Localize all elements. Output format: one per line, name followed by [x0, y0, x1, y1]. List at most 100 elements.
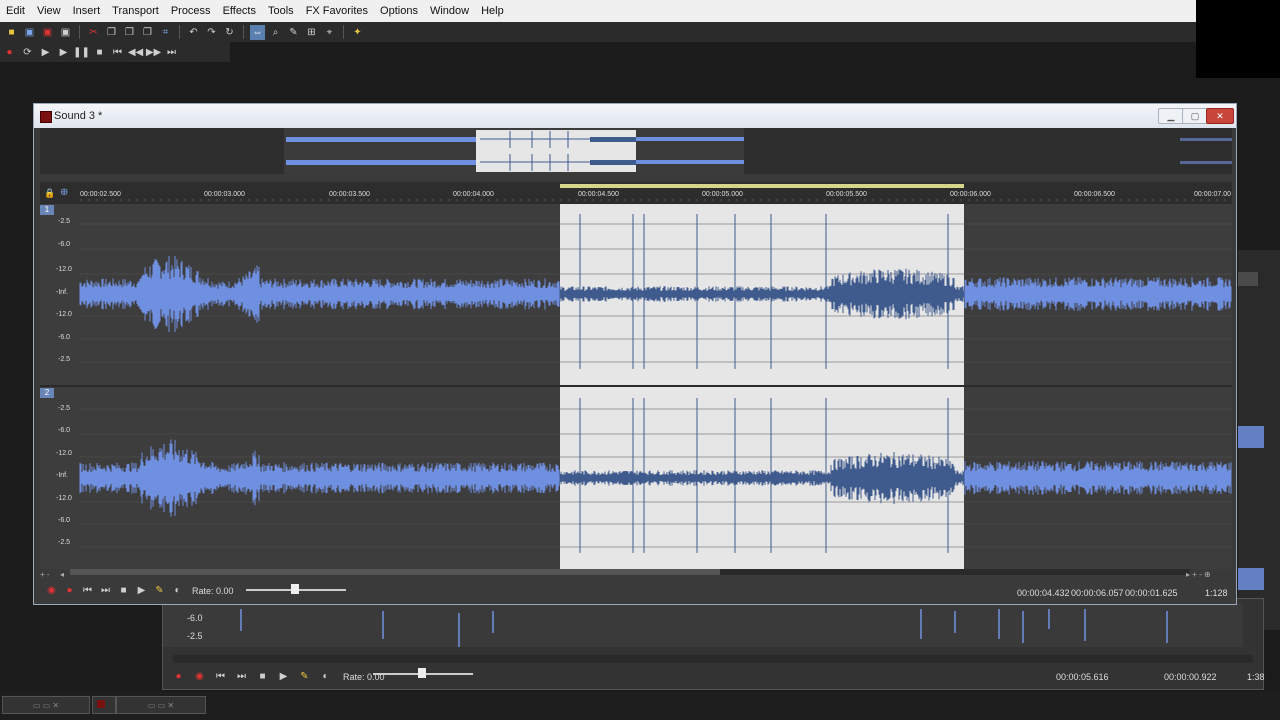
record-icon[interactable]: ●	[171, 669, 186, 684]
paste-icon[interactable]: ❐	[122, 25, 137, 40]
background-waveform	[163, 603, 1243, 647]
ruler-tick: 00:00:06.500	[1074, 191, 1115, 198]
scrollbar-thumb[interactable]	[70, 569, 720, 575]
record-armed-icon[interactable]: ●	[62, 583, 77, 598]
lock-icon[interactable]: 🔒	[44, 188, 55, 199]
toolbar-separator	[179, 25, 180, 39]
scrub-icon[interactable]: ◐	[170, 583, 185, 598]
rate-slider-thumb[interactable]	[291, 584, 299, 594]
menu-fx-favorites[interactable]: FX Favorites	[300, 5, 374, 17]
menu-transport[interactable]: Transport	[106, 5, 165, 17]
play-icon[interactable]: ▶	[56, 45, 71, 60]
go-to-end-icon[interactable]: ⏭	[234, 669, 249, 684]
menu-effects[interactable]: Effects	[217, 5, 262, 17]
sound-window: Sound 3 * ▁ ▢ ✕ 🔒 ⊕ 00:00:02.500 00:00:0…	[33, 103, 1237, 605]
play-all-icon[interactable]: ▶	[38, 45, 53, 60]
record-icon[interactable]: ●	[2, 45, 17, 60]
menu-view[interactable]: View	[31, 5, 67, 17]
stop-icon[interactable]: ■	[92, 45, 107, 60]
main-toolbar: ■ ▣ ▣ ▣ ✂ ❐ ❐ ❐ ⌗ ↶ ↷ ↻ ⇔ ⌕ ✎ ⊞ ⌖ ✦	[0, 22, 1196, 42]
minimized-window-2[interactable]	[92, 696, 116, 714]
pencil-icon[interactable]: ✎	[297, 669, 312, 684]
minimized-window-1[interactable]: ▭ ▭ ✕	[2, 696, 90, 714]
taskbar: ▭ ▭ ✕ ▭ ▭ ✕	[0, 692, 1280, 720]
save-as-icon[interactable]: ▣	[40, 25, 55, 40]
waveform-area[interactable]: 1 2 -2.5 -6.0 -12.0 -Inf. -12.0 -6.0 -2.…	[40, 204, 1232, 569]
loop-icon[interactable]: ⟳	[20, 45, 35, 60]
redo-icon[interactable]: ↷	[204, 25, 219, 40]
menu-window[interactable]: Window	[424, 5, 475, 17]
menu-help[interactable]: Help	[475, 5, 510, 17]
magnify-tool-icon[interactable]: ⌕	[268, 25, 283, 40]
go-to-end-icon[interactable]: ⏭	[164, 45, 179, 60]
menu-options[interactable]: Options	[374, 5, 424, 17]
pencil-icon[interactable]: ✎	[152, 583, 167, 598]
play-icon[interactable]: ▶	[134, 583, 149, 598]
maximize-button[interactable]: ▢	[1182, 108, 1208, 124]
go-to-start-icon[interactable]: ⏮	[213, 669, 228, 684]
db-label: -2.5	[58, 356, 71, 363]
go-to-start-icon[interactable]: ⏮	[80, 583, 95, 598]
db-label: -2.5	[58, 539, 71, 546]
toolbar-separator	[79, 25, 80, 39]
menu-bar: Edit View Insert Transport Process Effec…	[0, 0, 1196, 22]
undo-icon[interactable]: ↶	[186, 25, 201, 40]
window-titlebar[interactable]: Sound 3 * ▁ ▢ ✕	[34, 104, 1236, 128]
play-icon[interactable]: ▶	[276, 669, 291, 684]
db-label: -6.0	[58, 334, 71, 341]
background-scrollbar[interactable]	[173, 655, 1253, 663]
mix-icon[interactable]: ❐	[140, 25, 155, 40]
db-label: -6.0	[58, 241, 71, 248]
selection-length-timecode: 00:00:00.922	[1164, 672, 1217, 682]
scrub-icon[interactable]: ◐	[318, 669, 333, 684]
menu-tools[interactable]: Tools	[262, 5, 300, 17]
go-to-start-icon[interactable]: ⏮	[110, 45, 125, 60]
rate-slider-thumb[interactable]	[418, 668, 426, 678]
copy-icon[interactable]: ❐	[104, 25, 119, 40]
edit-tool-icon[interactable]: ⇔	[250, 24, 265, 40]
selection-length-timecode: 00:00:01.625	[1125, 588, 1178, 598]
plugin-icon[interactable]: ✦	[350, 25, 365, 40]
track-number[interactable]: 1	[40, 205, 54, 215]
render-icon[interactable]: ▣	[58, 25, 73, 40]
app-icon	[40, 111, 52, 123]
trim-icon[interactable]: ⌗	[158, 25, 173, 40]
snap-icon[interactable]: ⌖	[322, 25, 337, 40]
ruler-tick: 00:00:05.000	[702, 191, 743, 198]
black-panel	[1196, 0, 1280, 78]
waveform-overview[interactable]	[40, 128, 1232, 174]
ruler-tick: 00:00:03.500	[329, 191, 370, 198]
record-icon[interactable]: ◉	[44, 583, 59, 598]
time-ruler[interactable]: 🔒 ⊕ 00:00:02.500 00:00:03.000 00:00:03.5…	[40, 182, 1232, 204]
minimized-window-3[interactable]: ▭ ▭ ✕	[116, 696, 206, 714]
rewind-icon[interactable]: ◀◀	[128, 45, 143, 60]
zoom-selection-icon[interactable]: ⊞	[304, 25, 319, 40]
db-label: -6.0	[187, 613, 203, 623]
horizontal-scrollbar[interactable]	[70, 569, 1190, 575]
menu-process[interactable]: Process	[165, 5, 217, 17]
db-label: -Inf.	[56, 289, 69, 296]
pause-icon[interactable]: ❚❚	[73, 45, 90, 60]
repeat-icon[interactable]: ↻	[222, 25, 237, 40]
fast-forward-icon[interactable]: ▶▶	[146, 45, 161, 60]
go-to-end-icon[interactable]: ⏭	[98, 583, 113, 598]
scroll-left-icon[interactable]: ◂	[60, 570, 64, 579]
scroll-right-icon[interactable]: ▸ + - ⊕	[1186, 570, 1211, 579]
minimize-button[interactable]: ▁	[1158, 108, 1184, 124]
db-label: -6.0	[58, 427, 71, 434]
stop-icon[interactable]: ■	[255, 669, 270, 684]
cut-icon[interactable]: ✂	[86, 25, 101, 40]
open-folder-icon[interactable]: ■	[4, 25, 19, 40]
db-label: -12.0	[56, 495, 72, 502]
ruler-tick: 00:00:02.500	[80, 191, 121, 198]
menu-edit[interactable]: Edit	[0, 5, 31, 17]
pencil-tool-icon[interactable]: ✎	[286, 25, 301, 40]
menu-insert[interactable]: Insert	[67, 5, 107, 17]
stop-icon[interactable]: ■	[116, 583, 131, 598]
track-number[interactable]: 2	[40, 388, 54, 398]
record-armed-icon[interactable]: ◉	[192, 669, 207, 684]
zoom-in-icon[interactable]: + -	[40, 570, 50, 579]
snap-marker-icon[interactable]: ⊕	[60, 187, 68, 198]
save-icon[interactable]: ▣	[22, 25, 37, 40]
close-button[interactable]: ✕	[1206, 108, 1234, 124]
